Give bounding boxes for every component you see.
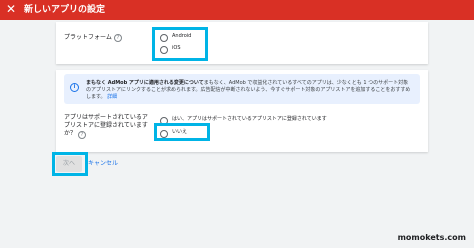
platform-label: プラットフォーム	[64, 34, 112, 41]
option-yes-label: はい、アプリはサポートされているアプリストアに登録されています	[172, 116, 327, 122]
store-question-label: アプリはサポートされているアプリストアに登録されていますか？ ?	[64, 114, 150, 139]
admob-notice: i まもなく AdMob アプリに適用される変更についてまもなく、AdMob で…	[64, 74, 420, 104]
store-question-text: アプリはサポートされているアプリストアに登録されていますか？	[64, 114, 148, 137]
notice-bold: まもなく AdMob アプリに適用される変更について	[86, 80, 204, 86]
page-title: 新しいアプリの設定	[24, 5, 106, 15]
info-icon: i	[70, 83, 79, 92]
platform-highlight-box	[152, 27, 208, 61]
top-app-bar: ✕ 新しいアプリの設定	[0, 0, 474, 20]
store-no-highlight-box	[154, 123, 210, 141]
notice-text: まもなく AdMob アプリに適用される変更についてまもなく、AdMob で収益…	[86, 80, 412, 101]
watermark: momokets.com	[397, 233, 466, 242]
close-icon[interactable]: ✕	[6, 2, 16, 16]
help-circle-icon[interactable]: ?	[114, 34, 122, 42]
store-card: i まもなく AdMob アプリに適用される変更についてまもなく、AdMob で…	[56, 70, 428, 152]
platform-card: プラットフォーム ? Android iOS	[56, 22, 428, 64]
help-circle-icon[interactable]: ?	[77, 131, 86, 139]
cancel-button[interactable]: キャンセル	[88, 159, 118, 169]
next-highlight-box	[52, 152, 88, 176]
notice-link[interactable]: 詳細	[107, 94, 117, 100]
